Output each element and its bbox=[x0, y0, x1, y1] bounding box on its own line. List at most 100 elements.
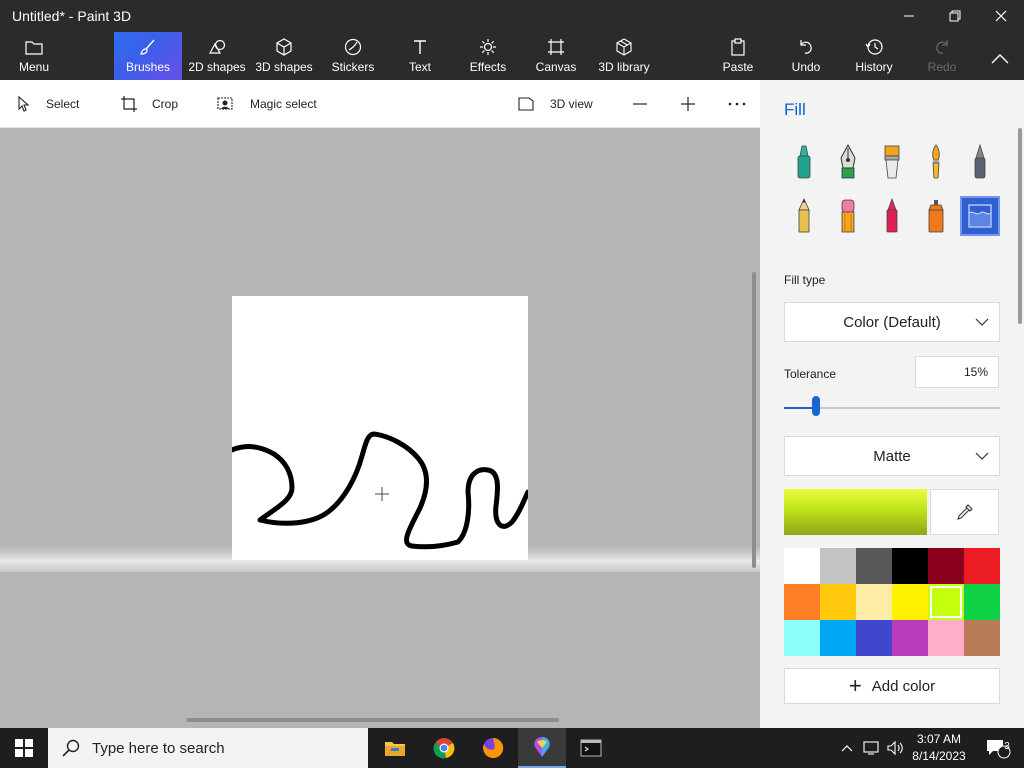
3d-view-button[interactable]: 3D view bbox=[516, 80, 593, 128]
palette-color-swatch[interactable] bbox=[784, 548, 820, 584]
menu-label: Menu bbox=[18, 60, 50, 74]
effects-sun-icon bbox=[480, 39, 496, 55]
panel-scrollbar[interactable] bbox=[1018, 128, 1022, 324]
fill-type-label: Fill type bbox=[784, 273, 826, 287]
add-color-label: Add color bbox=[871, 677, 936, 695]
ellipsis-icon bbox=[728, 102, 746, 106]
crop-button[interactable]: Crop bbox=[120, 80, 178, 128]
fill-panel: Fill Fill type Color (Default) Tolerance… bbox=[760, 80, 1024, 728]
minimize-button[interactable] bbox=[886, 0, 932, 32]
eraser-icon bbox=[841, 199, 855, 233]
firefox-icon bbox=[483, 737, 504, 758]
tolerance-slider-thumb[interactable] bbox=[812, 396, 821, 416]
palette-color-swatch[interactable] bbox=[820, 548, 856, 584]
2d-shapes-icon bbox=[208, 39, 226, 54]
palette-color-swatch[interactable] bbox=[928, 620, 964, 656]
zoom-out-button[interactable] bbox=[632, 80, 662, 128]
tab-effects[interactable]: Effects bbox=[466, 32, 510, 80]
tab-canvas-label: Canvas bbox=[535, 60, 577, 74]
windows-logo-icon bbox=[15, 739, 33, 757]
palette-color-swatch[interactable] bbox=[928, 584, 964, 620]
palette-color-swatch[interactable] bbox=[856, 584, 892, 620]
menu-button[interactable]: Menu bbox=[8, 32, 60, 80]
palette-color-swatch[interactable] bbox=[784, 620, 820, 656]
current-color-swatch[interactable] bbox=[784, 489, 927, 535]
eraser-brush[interactable] bbox=[828, 196, 868, 236]
palette-color-swatch[interactable] bbox=[820, 584, 856, 620]
watercolor-brush[interactable] bbox=[916, 142, 956, 182]
close-button[interactable] bbox=[978, 0, 1024, 32]
marker-brush[interactable] bbox=[784, 142, 824, 182]
palette-color-swatch[interactable] bbox=[820, 620, 856, 656]
palette-color-swatch[interactable] bbox=[964, 584, 1000, 620]
palette-color-swatch[interactable] bbox=[964, 548, 1000, 584]
palette-color-swatch[interactable] bbox=[892, 620, 928, 656]
paste-button[interactable]: Paste bbox=[718, 32, 758, 80]
tab-3d-library[interactable]: 3D library bbox=[596, 32, 652, 80]
tab-stickers[interactable]: Stickers bbox=[330, 32, 376, 80]
chrome-app[interactable] bbox=[420, 728, 468, 768]
tab-stickers-label: Stickers bbox=[331, 60, 375, 74]
tab-canvas[interactable]: Canvas bbox=[534, 32, 578, 80]
file-explorer-app[interactable] bbox=[371, 728, 419, 768]
palette-color-swatch[interactable] bbox=[856, 548, 892, 584]
pencil-brush[interactable] bbox=[784, 196, 824, 236]
taskbar-search-box[interactable]: Type here to search bbox=[48, 728, 368, 768]
pixel-pen-brush[interactable] bbox=[960, 142, 1000, 182]
tolerance-input[interactable]: 15% bbox=[915, 356, 999, 388]
horizontal-scrollbar[interactable] bbox=[186, 718, 559, 722]
notifications-button[interactable]: 3 bbox=[980, 728, 1016, 768]
crayon-brush[interactable] bbox=[872, 196, 912, 236]
show-hidden-icons-button[interactable] bbox=[838, 728, 856, 768]
more-options-button[interactable] bbox=[728, 80, 760, 128]
undo-button[interactable]: Undo bbox=[786, 32, 826, 80]
finish-dropdown[interactable]: Matte bbox=[784, 436, 1000, 476]
calligraphy-pen-brush[interactable] bbox=[828, 142, 868, 182]
folder-icon bbox=[25, 41, 43, 55]
restore-button[interactable] bbox=[932, 0, 978, 32]
plus-icon bbox=[681, 97, 695, 111]
drawing-canvas[interactable] bbox=[229, 296, 531, 560]
palette-color-swatch[interactable] bbox=[928, 548, 964, 584]
paint-3d-app[interactable] bbox=[518, 728, 566, 768]
tab-text[interactable]: Text bbox=[400, 32, 440, 80]
eyedropper-button[interactable] bbox=[930, 489, 999, 535]
palette-color-swatch[interactable] bbox=[784, 584, 820, 620]
network-button[interactable] bbox=[860, 728, 882, 768]
tab-2d-shapes-label: 2D shapes bbox=[188, 60, 246, 74]
zoom-in-button[interactable] bbox=[680, 80, 710, 128]
volume-button[interactable] bbox=[884, 728, 906, 768]
start-button[interactable] bbox=[0, 728, 48, 768]
tab-2d-shapes[interactable]: 2D shapes bbox=[186, 32, 248, 80]
3d-library-icon bbox=[616, 38, 632, 56]
oil-brush[interactable] bbox=[872, 142, 912, 182]
firefox-app[interactable] bbox=[469, 728, 517, 768]
fill-type-dropdown[interactable]: Color (Default) bbox=[784, 302, 1000, 342]
paint-3d-icon bbox=[534, 737, 550, 757]
tab-3d-shapes[interactable]: 3D shapes bbox=[254, 32, 314, 80]
tab-brushes[interactable]: Brushes bbox=[114, 32, 182, 80]
collapse-ribbon-button[interactable] bbox=[980, 32, 1020, 80]
fill-bucket-icon bbox=[968, 204, 992, 228]
taskbar-clock[interactable]: 3:07 AM 8/14/2023 bbox=[906, 731, 972, 765]
terminal-icon bbox=[580, 739, 602, 757]
paste-clipboard-icon bbox=[731, 38, 745, 56]
select-button[interactable]: Select bbox=[16, 80, 79, 128]
redo-button[interactable]: Redo bbox=[922, 32, 962, 80]
vertical-scrollbar[interactable] bbox=[752, 272, 756, 568]
eyedropper-icon bbox=[956, 504, 973, 520]
palette-color-swatch[interactable] bbox=[892, 584, 928, 620]
search-icon bbox=[62, 739, 80, 757]
magic-select-button[interactable]: Magic select bbox=[216, 80, 317, 128]
crosshair-cursor bbox=[375, 487, 389, 501]
history-button[interactable]: History bbox=[850, 32, 898, 80]
chrome-icon bbox=[433, 738, 455, 759]
terminal-app[interactable] bbox=[567, 728, 615, 768]
palette-color-swatch[interactable] bbox=[964, 620, 1000, 656]
palette-color-swatch[interactable] bbox=[892, 548, 928, 584]
fill-brush[interactable] bbox=[960, 196, 1000, 236]
spray-can-brush[interactable] bbox=[916, 196, 956, 236]
add-color-button[interactable]: + Add color bbox=[784, 668, 1000, 704]
workspace[interactable] bbox=[0, 128, 760, 728]
palette-color-swatch[interactable] bbox=[856, 620, 892, 656]
